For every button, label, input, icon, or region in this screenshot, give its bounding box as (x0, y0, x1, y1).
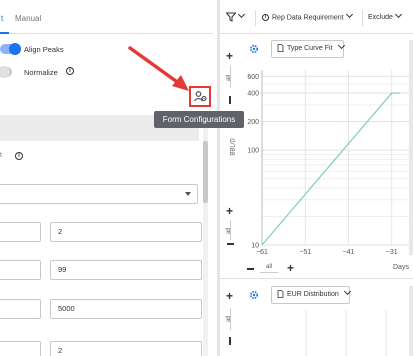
active-tab-indicator (0, 32, 9, 34)
document-icon (277, 290, 284, 299)
annotation-arrow-icon (128, 46, 189, 91)
x-axis-label: Days (393, 264, 409, 271)
series-line (261, 92, 401, 246)
right-panel: i Rep Data Requirement Exclude + Type Cur… (220, 0, 413, 356)
tab-bar: t Manual (0, 0, 213, 34)
toggle-knob (9, 43, 21, 55)
form-configurations-button[interactable] (189, 86, 211, 107)
pane-separator[interactable] (220, 278, 413, 279)
input-field[interactable]: 2 (50, 222, 202, 242)
chevron-down-icon (343, 287, 351, 296)
info-icon[interactable]: i (66, 67, 74, 75)
info-icon[interactable]: i (15, 152, 23, 160)
scrollbar-thumb[interactable] (203, 141, 208, 203)
form-configurations-tooltip: Form Configurations (154, 111, 244, 128)
eur-chart-grid (305, 310, 387, 356)
y-tick-label: 200 (247, 119, 259, 126)
tab-truncated[interactable]: t (1, 14, 3, 23)
chart-scrollbar[interactable] (409, 40, 413, 255)
x-tick-label: −51 (299, 249, 311, 256)
zoom-in-button[interactable]: + (226, 290, 233, 302)
input-field[interactable] (0, 260, 41, 280)
input-field[interactable]: 2 (50, 341, 202, 356)
x-tick-label: −31 (386, 249, 398, 256)
input-field[interactable]: 99 (50, 260, 202, 280)
zoom-handle[interactable] (229, 337, 231, 345)
input-field[interactable] (0, 299, 41, 319)
user-settings-icon (193, 91, 207, 102)
y-axis-label: BBL/D (230, 138, 237, 156)
align-peaks-toggle[interactable] (0, 43, 21, 55)
tab-manual[interactable]: Manual (15, 14, 41, 23)
input-field[interactable] (0, 222, 41, 242)
align-peaks-label: Align Peaks (24, 45, 64, 54)
y-tick-label: 600 (247, 74, 259, 81)
truncated-label: t (0, 152, 2, 159)
left-panel: t Manual Align Peaks Normalize i Form Co… (0, 0, 244, 356)
gear-icon[interactable] (249, 290, 259, 300)
type-curve-chart: 60040020010010−61 −51 −41 −31 (247, 70, 409, 256)
zoom-label: all (226, 315, 233, 323)
y-tick-label: 100 (247, 148, 259, 155)
toggle-knob (0, 66, 10, 78)
normalize-label: Normalize (24, 68, 58, 77)
chart-series (261, 92, 401, 246)
chevron-down-icon (185, 192, 191, 196)
select-field[interactable] (0, 184, 198, 204)
x-tick-label: −61 (256, 249, 268, 256)
y-tick-label: 400 (247, 91, 259, 98)
chart-scrollbar[interactable] (409, 286, 413, 356)
x-tick-label: −41 (343, 249, 355, 256)
chart-axes: 60040020010010−61 −51 −41 −31 (247, 70, 398, 256)
eur-distribution-label: EUR Distribution (287, 291, 339, 298)
eur-distribution-dropdown[interactable]: EUR Distribution (271, 286, 351, 304)
normalize-toggle[interactable] (0, 66, 12, 78)
input-field[interactable]: 5000 (50, 299, 202, 319)
input-field[interactable] (0, 341, 41, 356)
